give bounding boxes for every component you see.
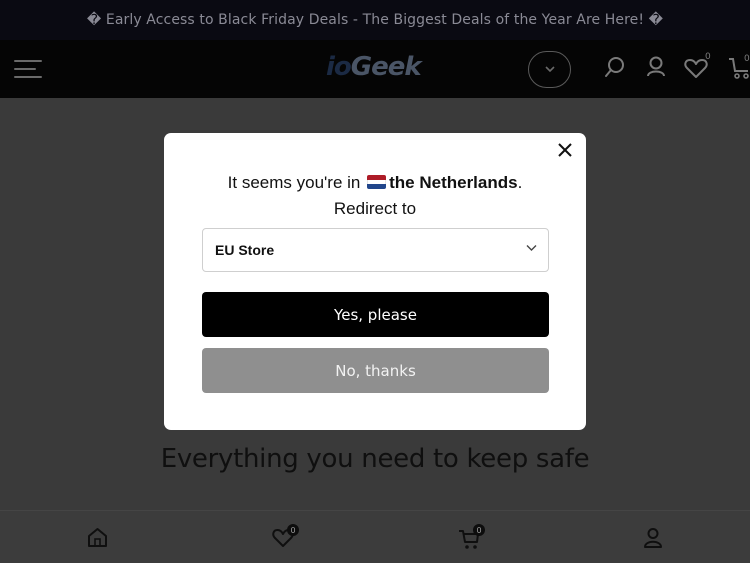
location-message: It seems you're in the Netherlands.: [164, 173, 586, 193]
logo-part-2: Geek: [350, 52, 422, 82]
cart-count-badge: 0: [473, 524, 485, 536]
user-icon[interactable]: [645, 55, 667, 79]
bottom-navigation: 0 0: [0, 510, 750, 563]
store-select[interactable]: EU Store: [202, 228, 549, 272]
announcement-bar[interactable]: � Early Access to Black Friday Deals - T…: [0, 0, 750, 40]
yes-please-label: Yes, please: [334, 305, 417, 324]
cart-count-badge: 0: [744, 54, 750, 64]
logo-part-1: io: [326, 52, 352, 82]
store-select-value: EU Store: [215, 242, 275, 258]
wishlist-count-badge: 0: [287, 524, 299, 536]
announcement-text: � Early Access to Black Friday Deals - T…: [86, 12, 664, 28]
wishlist-count-badge: 0: [705, 52, 711, 62]
redirect-label: Redirect to: [333, 199, 417, 218]
page-heading: Everything you need to keep safe: [160, 444, 590, 474]
hamburger-icon[interactable]: [14, 60, 42, 78]
chevron-down-icon: [526, 245, 537, 251]
user-icon[interactable]: [643, 527, 663, 549]
netherlands-flag-icon: [367, 175, 387, 189]
country-name: the Netherlands: [389, 173, 518, 192]
chevron-down-icon: [544, 66, 555, 73]
currency-selector-button[interactable]: [528, 51, 571, 88]
no-thanks-label: No, thanks: [335, 361, 416, 380]
no-thanks-button[interactable]: No, thanks: [202, 348, 549, 393]
yes-please-button[interactable]: Yes, please: [202, 292, 549, 337]
home-icon[interactable]: [87, 527, 108, 548]
close-icon: [558, 143, 572, 157]
site-header: ioGeek 0 0: [0, 40, 750, 98]
location-message-prefix: It seems you're in: [227, 173, 361, 192]
close-button[interactable]: [553, 138, 577, 162]
site-logo[interactable]: ioGeek: [326, 52, 422, 82]
location-message-suffix: .: [517, 173, 523, 192]
search-icon[interactable]: [603, 55, 627, 79]
